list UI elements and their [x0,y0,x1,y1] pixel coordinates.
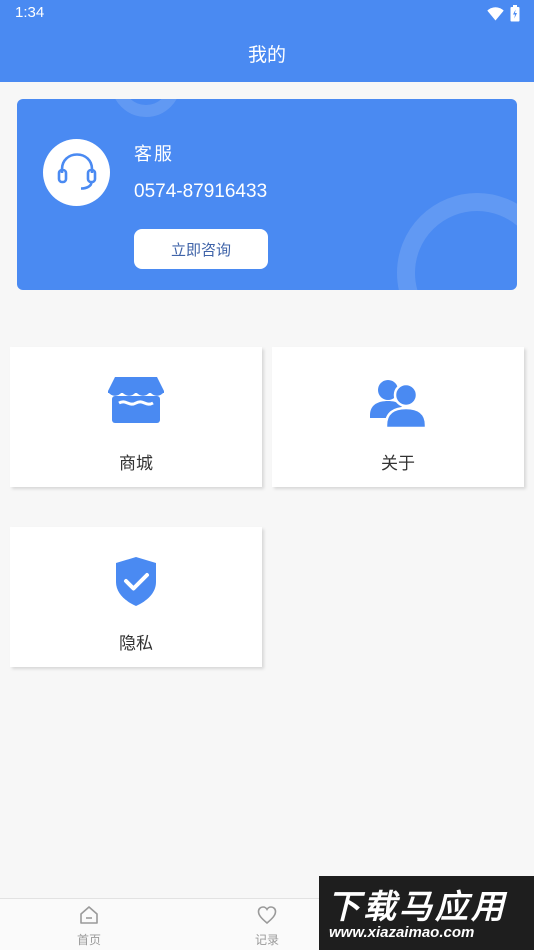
watermark-logo: 下载马应用 www.xiazaimao.com [319,876,534,950]
shield-check-icon [113,555,159,611]
menu-tile-privacy[interactable]: 隐私 [10,527,262,667]
status-icons [487,5,520,26]
battery-icon [510,5,520,26]
nav-item-records[interactable]: 记录 [222,905,312,948]
status-bar: 1:34 [0,0,534,28]
users-icon [368,375,428,433]
watermark-url: www.xiazaimao.com [329,924,475,941]
nav-label: 首页 [76,933,101,947]
watermark-title: 下载马应用 [327,887,507,926]
service-title: 客服 [134,144,174,165]
menu-tile-label: 隐私 [119,634,153,654]
home-icon [79,906,99,929]
app-bar: 我的 [0,28,534,82]
status-time: 1:34 [15,4,45,21]
service-phone-number[interactable]: 0574-87916433 [134,181,267,203]
menu-tile-label: 商城 [119,454,153,474]
nav-item-home[interactable]: 首页 [44,905,134,948]
customer-service-card: 客服 0574-87916433 立即咨询 [17,99,517,290]
decorative-ring [111,99,181,117]
menu-tile-mall[interactable]: 商城 [10,347,262,487]
decorative-ring [397,193,517,290]
heart-icon [257,906,277,929]
store-icon [107,375,165,429]
wifi-icon [487,6,504,25]
menu-tile-label: 关于 [381,454,415,474]
menu-tile-about[interactable]: 关于 [272,347,524,487]
page-title: 我的 [247,44,286,66]
consult-now-button[interactable]: 立即咨询 [134,229,268,269]
service-avatar [43,139,110,206]
headset-icon [54,148,100,198]
nav-label: 记录 [254,933,279,947]
screen: 1:34 我的 客服 0574-87916433 立即咨询 商城 关于 隐私 首… [0,0,534,950]
